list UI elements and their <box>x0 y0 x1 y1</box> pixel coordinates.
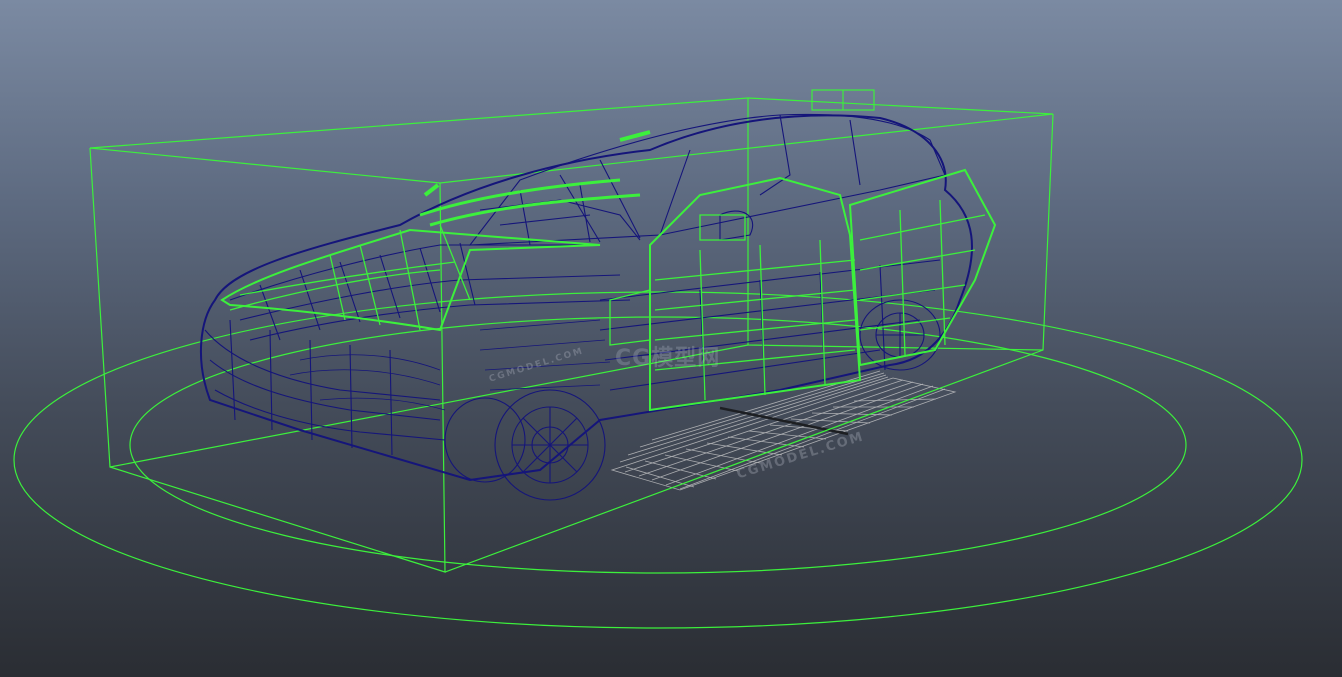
scene-canvas[interactable] <box>0 0 1342 677</box>
top-locator[interactable] <box>811 89 875 111</box>
watermark-logo: CG模型网 <box>615 346 721 371</box>
maya-viewport[interactable]: CG模型网 CGMODEL.COM CGMODEL.COM <box>0 0 1342 677</box>
